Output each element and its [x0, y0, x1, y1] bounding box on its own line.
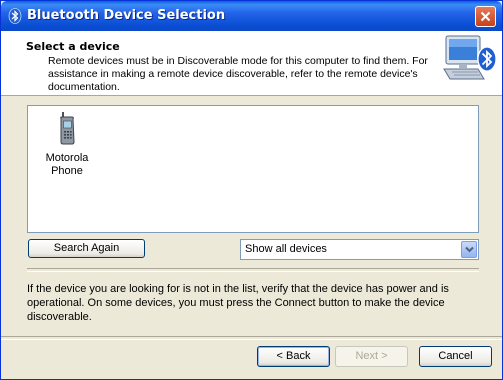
section-divider: [27, 268, 479, 272]
bluetooth-device-selection-window: Bluetooth Device Selection Select a devi…: [0, 0, 503, 380]
close-icon: [480, 11, 491, 22]
dropdown-arrow-button[interactable]: [461, 241, 477, 258]
header-title: Select a device: [26, 40, 120, 53]
cancel-button[interactable]: Cancel: [419, 346, 492, 367]
bluetooth-icon: [7, 8, 23, 24]
chevron-down-icon: [465, 246, 474, 253]
device-list[interactable]: Motorola Phone: [27, 105, 479, 233]
title-bar[interactable]: Bluetooth Device Selection: [1, 1, 502, 31]
header-description: Remote devices must be in Discoverable m…: [48, 55, 428, 93]
device-item[interactable]: Motorola Phone: [40, 112, 94, 178]
wizard-header: Select a device Remote devices must be i…: [1, 31, 502, 96]
cell-phone-icon: [56, 112, 78, 150]
device-label: Motorola Phone: [45, 152, 89, 177]
info-text: If the device you are looking for is not…: [27, 283, 449, 323]
back-button[interactable]: < Back: [257, 346, 330, 367]
footer-divider: [1, 336, 502, 340]
computer-bluetooth-icon: [442, 33, 500, 87]
device-filter-dropdown[interactable]: Show all devices: [240, 239, 479, 260]
close-button[interactable]: [475, 6, 496, 27]
window-title: Bluetooth Device Selection: [27, 8, 226, 23]
search-again-button[interactable]: Search Again: [28, 239, 145, 258]
device-filter-value: Show all devices: [245, 243, 327, 255]
next-button[interactable]: Next >: [335, 346, 408, 367]
